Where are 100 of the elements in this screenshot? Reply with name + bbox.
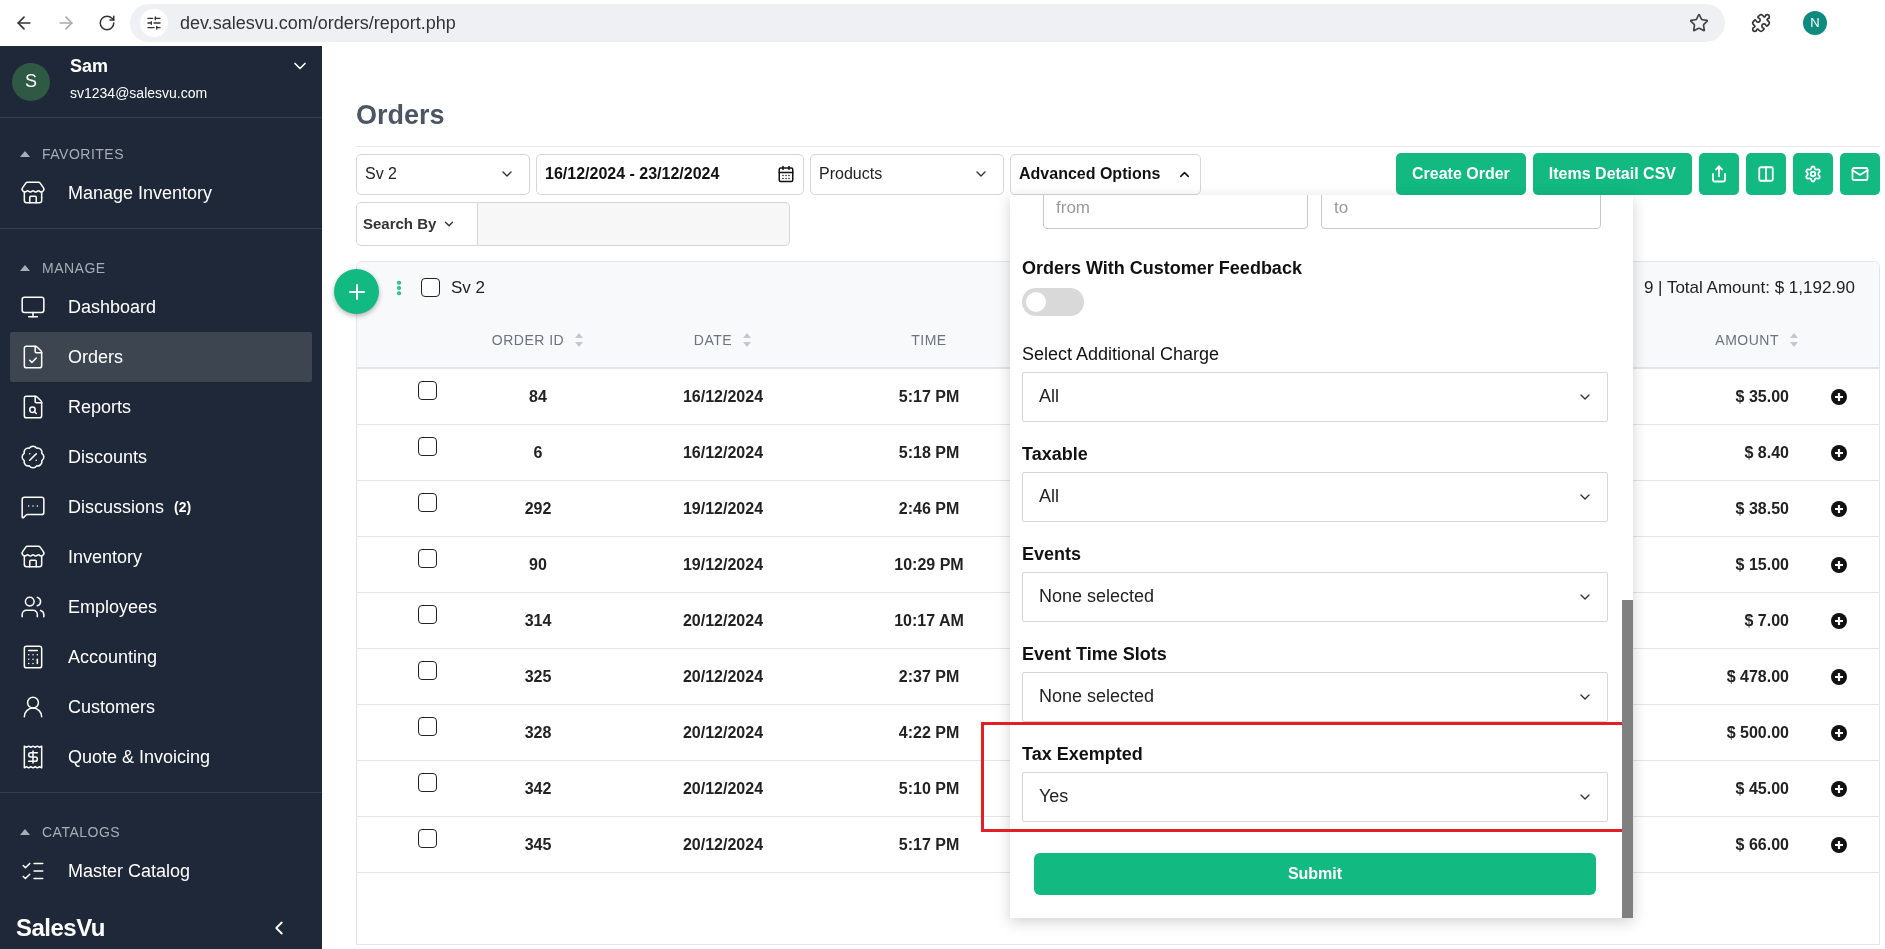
sidebar-item[interactable]: Master Catalog [10,846,312,896]
page-title: Orders [356,99,446,132]
sidebar-item-label: Employees [68,595,158,619]
expand-plus-icon[interactable] [1831,724,1847,741]
table-cell-text: 20/12/2024 [681,722,765,743]
sidebar-item-label: Orders [68,345,123,369]
sidebar-item[interactable]: Dashboard [10,282,312,332]
column-header[interactable]: AMOUNT [1659,329,1799,351]
checkbox[interactable] [417,437,437,456]
store-icon [20,180,46,206]
mail-icon [1851,165,1869,183]
table-cell-text: 5:10 PM [897,778,961,799]
feedback-toggle[interactable] [1022,287,1084,316]
expand-plus-icon[interactable] [1831,388,1847,405]
section-header[interactable]: MANAGE [10,254,312,282]
table-cell-text: $ 15.00 [1734,554,1790,575]
checkbox[interactable] [417,773,437,792]
group-label: Sv 2 [451,276,486,299]
site-settings-icon[interactable] [140,9,168,37]
location-select[interactable]: Sv 2 [356,153,530,195]
products-select[interactable]: Products [810,153,1004,195]
share-icon [1710,165,1728,183]
expand-plus-icon[interactable] [1831,836,1847,853]
checkbox[interactable] [421,278,440,297]
checkbox[interactable] [417,605,437,624]
section-header[interactable]: CATALOGS [10,818,312,846]
table-cell-text: 16/12/2024 [681,442,765,463]
sidebar-item[interactable]: Discussions (2) [10,482,312,532]
sidebar-item[interactable]: Customers [10,682,312,732]
table-cell-text: $ 8.40 [1743,442,1790,463]
filter-select[interactable]: All [1022,471,1608,522]
column-header[interactable]: ORDER ID [477,329,599,351]
table-cell-text: 5:17 PM [897,834,961,855]
mail-button[interactable] [1840,153,1880,195]
table-cell-text: 10:29 PM [893,554,965,575]
percent-icon [20,444,46,470]
reload-icon[interactable] [98,14,116,32]
expand-plus-icon[interactable] [1831,556,1847,573]
expand-plus-icon[interactable] [1831,500,1847,517]
expand-plus-icon[interactable] [1831,780,1847,797]
field-label: Event Time Slots [1022,642,1168,666]
checkbox[interactable] [417,829,437,848]
sidebar-item[interactable]: Orders [10,332,312,382]
extensions-icon[interactable] [1751,13,1771,33]
checkbox[interactable] [417,381,437,400]
table-cell-text: $ 45.00 [1734,778,1790,799]
table-cell-text: 2:46 PM [897,498,961,519]
star-icon[interactable] [1689,13,1709,33]
address-bar[interactable]: dev.salesvu.com/orders/report.php [130,4,1725,42]
sidebar-item-label: Master Catalog [68,859,191,883]
summary-text: 9 | Total Amount: $ 1,192.90 [1643,276,1855,299]
search-field[interactable] [478,202,790,246]
user-email: sv1234@salesvu.com [70,84,208,103]
calendar-icon [777,165,795,183]
sidebar-item[interactable]: Accounting [10,632,312,682]
table-cell-text: 90 [528,554,548,575]
sidebar-item[interactable]: Manage Inventory [10,168,312,218]
columns-button[interactable] [1746,153,1786,195]
checkbox[interactable] [417,493,437,512]
settings-button[interactable] [1793,153,1833,195]
from-field[interactable]: from [1043,194,1308,229]
table-cell-text: $ 7.00 [1743,610,1790,631]
brand-logo: SalesVu [16,913,105,943]
column-header[interactable]: DATE [599,329,847,351]
sidebar-item[interactable]: Discounts [10,432,312,482]
scrollbar-thumb[interactable] [1622,599,1633,918]
expand-plus-icon[interactable] [1831,612,1847,629]
sidebar-item-label: Quote & Invoicing [68,745,211,769]
filter-select[interactable]: All [1022,371,1608,422]
sidebar-item[interactable]: Quote & Invoicing [10,732,312,782]
checkbox[interactable] [417,661,437,680]
column-header[interactable]: TIME [847,329,1011,351]
expand-plus-icon[interactable] [1831,444,1847,461]
expand-plus-icon[interactable] [1831,668,1847,685]
search-by-dropdown[interactable]: Search By [356,202,478,246]
table-cell-text: $ 478.00 [1725,666,1790,687]
sidebar-item-label: Customers [68,695,156,719]
sidebar-item-label: Reports [68,395,132,419]
date-range-field[interactable]: 16/12/2024 - 23/12/2024 [536,153,804,195]
table-cell-text: 5:17 PM [897,386,961,407]
section-header[interactable]: FAVORITES [10,140,312,168]
filter-select[interactable]: None selected [1022,571,1608,622]
field-label: Taxable [1022,442,1089,466]
profile-avatar[interactable]: N [1803,11,1827,35]
table-cell-text: 16/12/2024 [681,386,765,407]
sidebar-item[interactable]: Employees [10,582,312,632]
chat-icon [20,494,46,520]
checkbox[interactable] [417,717,437,736]
sidebar-item-label: Inventory [68,545,143,569]
sidebar-item[interactable]: Inventory [10,532,312,582]
advanced-options-dropdown[interactable]: Advanced Options [1010,153,1201,195]
table-cell-text: $ 500.00 [1725,722,1790,743]
filter-select[interactable]: Yes [1022,771,1608,822]
filter-select[interactable]: None selected [1022,671,1608,722]
user-avatar: S [12,62,50,101]
checkbox[interactable] [417,549,437,568]
settings-icon [1804,165,1822,183]
table-cell-text: 10:17 AM [893,610,965,631]
columns-icon [1757,165,1775,183]
sidebar-item[interactable]: Reports [10,382,312,432]
